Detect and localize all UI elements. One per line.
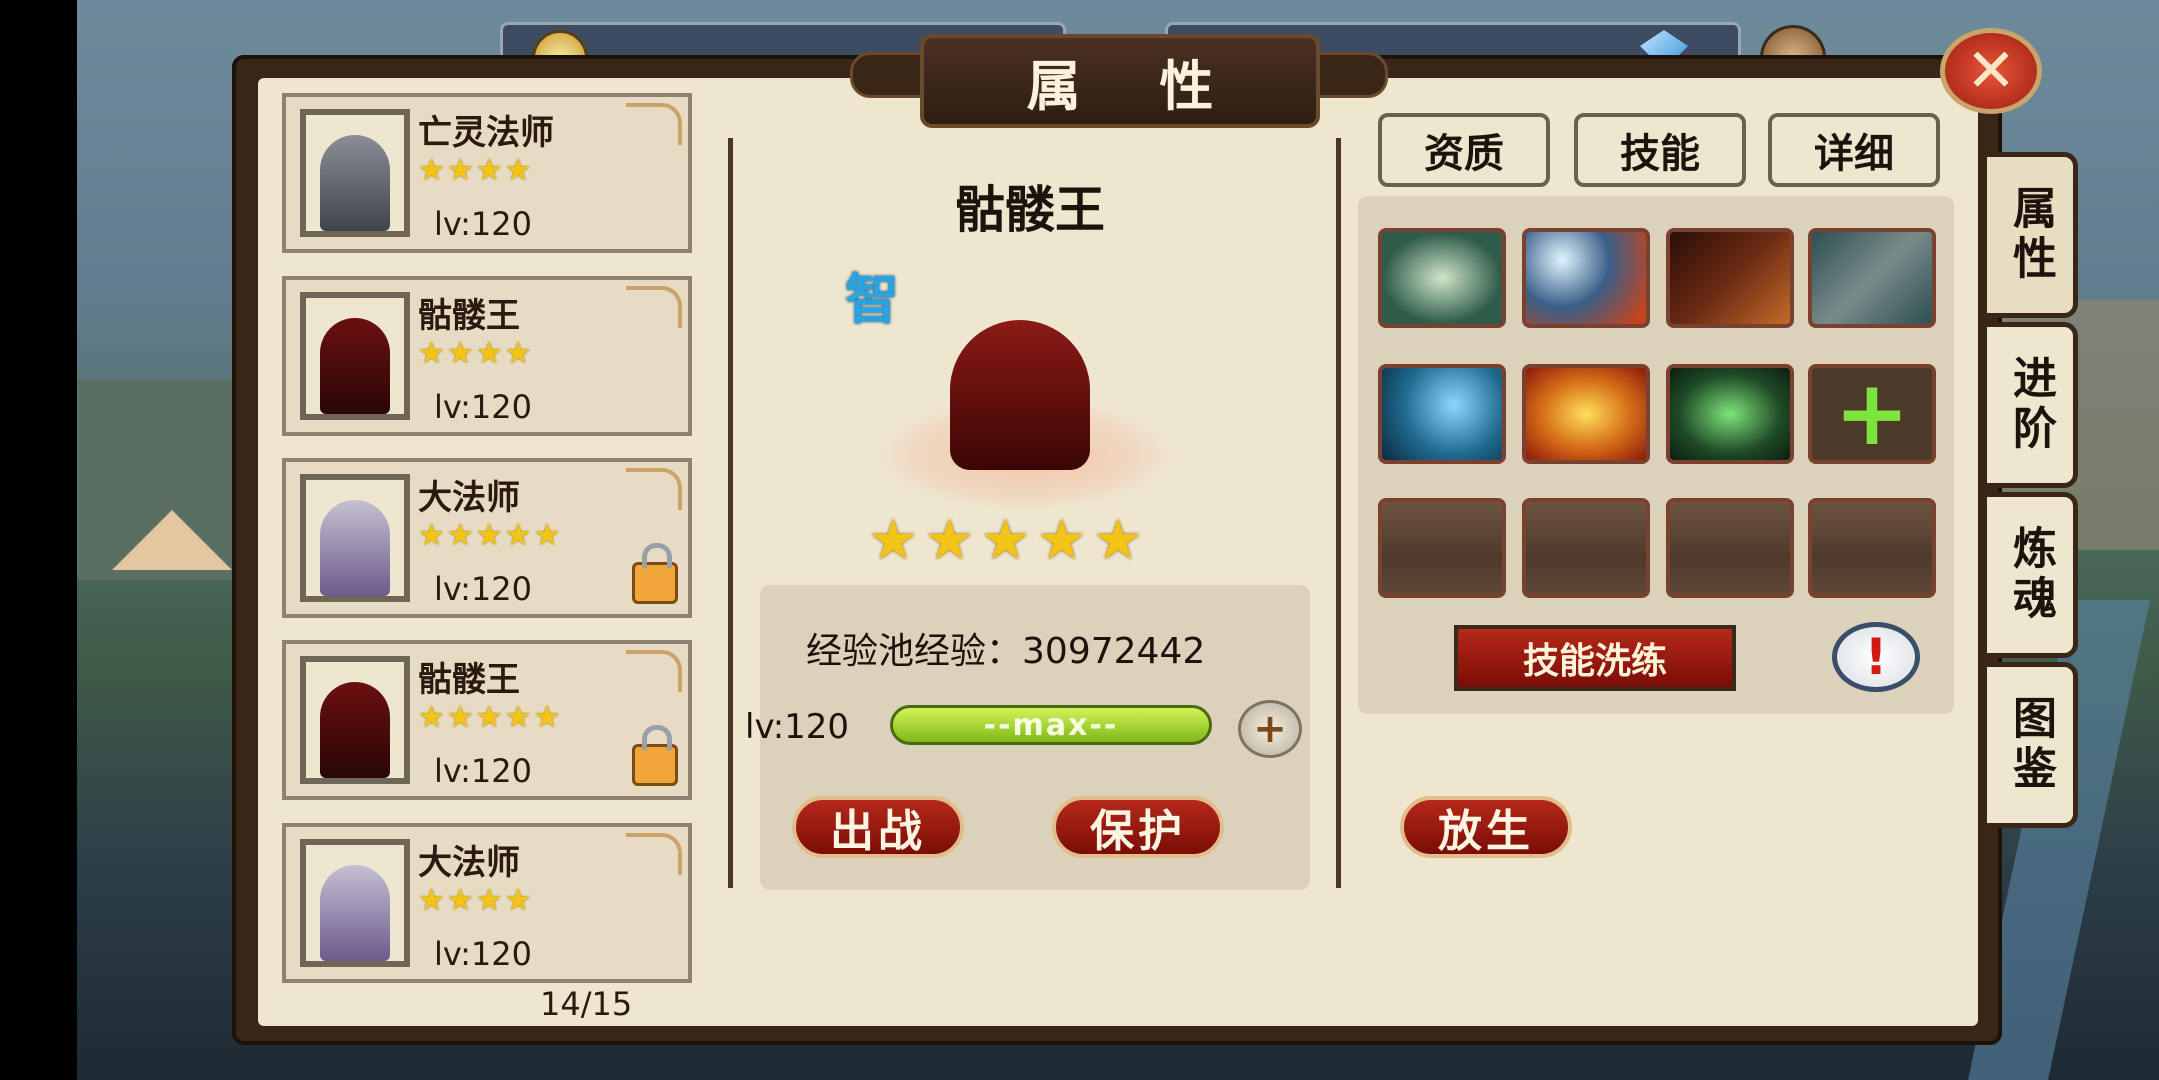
hero-stars: ★★★★ (418, 883, 534, 918)
green-sparkle-skill-icon[interactable] (1666, 364, 1794, 464)
bone-spike-skill-icon[interactable] (1666, 228, 1794, 328)
lock-icon (632, 725, 678, 786)
lich-mage-portrait (300, 109, 410, 237)
page-counter: 14/15 (540, 985, 633, 1023)
skeleton-king-portrait (300, 292, 410, 420)
side-tab-codex[interactable]: 图鉴 (1982, 662, 2078, 828)
corner-ornament (626, 833, 682, 875)
corner-ornament (626, 468, 682, 510)
hero-list-item[interactable]: 骷髅王 ★★★★ lv:120 (282, 276, 692, 436)
hero-list-item[interactable]: 骷髅王 ★★★★★ lv:120 (282, 640, 692, 800)
skeleton-king-model (950, 320, 1090, 470)
hero-name: 骷髅王 (418, 296, 520, 336)
hero-name: 骷髅王 (418, 660, 520, 700)
selected-hero-stars: ★★★★★ (868, 508, 1150, 573)
panel-title: 属 性 (920, 34, 1320, 128)
tent-icon (112, 510, 232, 570)
hero-list-item[interactable]: 亡灵法师 ★★★★ lv:120 (282, 93, 692, 253)
hero-name: 亡灵法师 (418, 113, 554, 153)
hero-list-item[interactable]: 大法师 ★★★★ lv:120 (282, 823, 692, 983)
skill-wash-button[interactable]: 技能洗练 (1454, 625, 1736, 691)
exp-pool-label: 经验池经验：30972442 (806, 622, 1205, 674)
hero-list-item[interactable]: 大法师 ★★★★★ lv:120 (282, 458, 692, 618)
add-exp-button[interactable]: + (1238, 700, 1302, 758)
hero-stars: ★★★★★ (418, 700, 563, 735)
hero-stars: ★★★★ (418, 153, 534, 188)
green-shield-skill-icon[interactable] (1378, 228, 1506, 328)
skeleton-king-portrait (300, 656, 410, 784)
lock-icon (632, 543, 678, 604)
deploy-button[interactable]: 出战 (792, 796, 964, 858)
side-tab-attributes[interactable]: 属性 (1982, 152, 2078, 318)
hero-name: 大法师 (418, 843, 520, 883)
release-button[interactable]: 放生 (1400, 796, 1572, 858)
hero-level: lv:120 (434, 205, 532, 243)
hero-stars: ★★★★★ (418, 518, 563, 553)
divider (728, 138, 733, 888)
corner-ornament (626, 286, 682, 328)
corner-ornament (626, 103, 682, 145)
archmage-portrait (300, 474, 410, 602)
exp-progress-bar: --max-- (890, 705, 1212, 745)
empty-skill-slot[interactable] (1522, 498, 1650, 598)
chain-skeleton-skill-icon[interactable] (1808, 228, 1936, 328)
exp-pool-label-text: 经验池经验： (806, 631, 1023, 672)
empty-skill-slot[interactable] (1808, 498, 1936, 598)
empty-skill-slot[interactable] (1378, 498, 1506, 598)
hero-level: lv:120 (434, 935, 532, 973)
tab-details[interactable]: 详细 (1768, 113, 1940, 187)
info-alert-icon[interactable]: ! (1832, 622, 1920, 692)
empty-skill-slot[interactable] (1666, 498, 1794, 598)
close-button[interactable]: ✕ (1940, 28, 2042, 114)
corner-ornament (626, 650, 682, 692)
ice-claw-skill-icon[interactable] (1378, 364, 1506, 464)
selected-hero-level: lv:120 (745, 707, 850, 747)
hero-level: lv:120 (434, 570, 532, 608)
add-skill-icon[interactable]: + (1808, 364, 1936, 464)
side-tab-advance[interactable]: 进阶 (1982, 322, 2078, 488)
tab-aptitude[interactable]: 资质 (1378, 113, 1550, 187)
left-black-bar (0, 0, 77, 1080)
exp-pool-value: 30972442 (1022, 631, 1206, 672)
ice-fist-skill-icon[interactable] (1522, 228, 1650, 328)
fire-orb-skill-icon[interactable] (1522, 364, 1650, 464)
tab-skills[interactable]: 技能 (1574, 113, 1746, 187)
panel-title-text: 属 性 (1026, 53, 1244, 118)
hero-level: lv:120 (434, 752, 532, 790)
hero-level: lv:120 (434, 388, 532, 426)
divider (1336, 138, 1341, 888)
selected-hero-name: 骷髅王 (955, 181, 1105, 239)
protect-button[interactable]: 保护 (1052, 796, 1224, 858)
intelligence-attribute-icon: 智 (845, 268, 899, 331)
archmage-portrait (300, 839, 410, 967)
hero-name: 大法师 (418, 478, 520, 518)
hero-stars: ★★★★ (418, 336, 534, 371)
side-tab-soul-refine[interactable]: 炼魂 (1982, 492, 2078, 658)
